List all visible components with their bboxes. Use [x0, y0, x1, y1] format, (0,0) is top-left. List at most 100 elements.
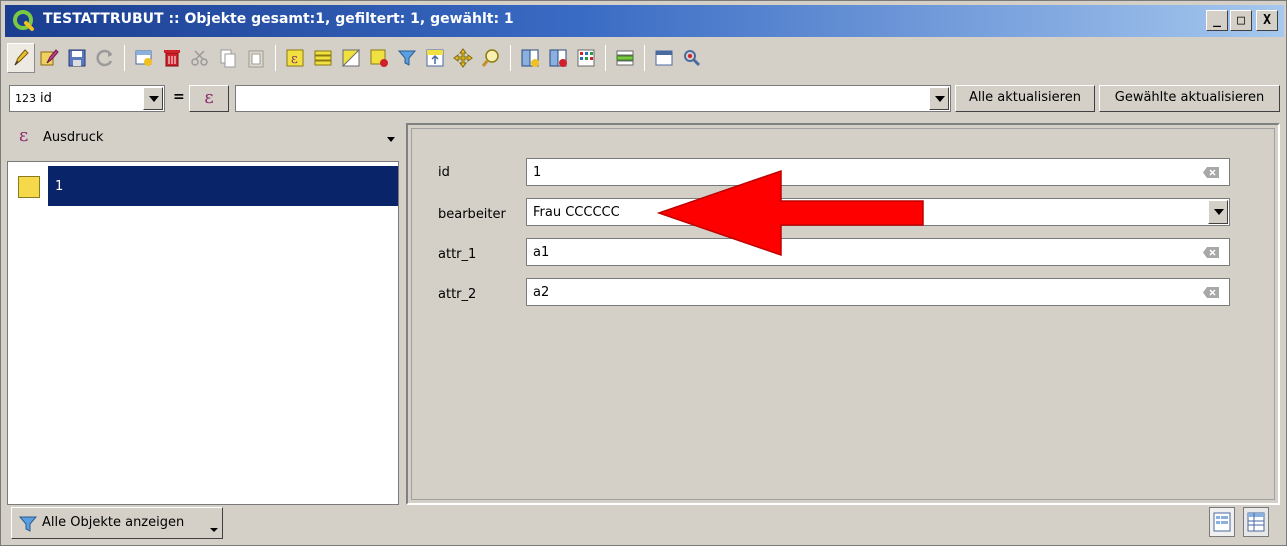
attribute-table-window: TESTATTRUBUT :: Objekte gesamt:1, gefilt… [0, 0, 1287, 546]
table-view-icon [1247, 512, 1265, 532]
move-selection-top-button[interactable] [421, 43, 449, 73]
multi-edit-button[interactable] [35, 43, 63, 73]
toolbar-separator [605, 45, 606, 71]
update-selected-button[interactable]: Gewählte aktualisieren [1099, 85, 1280, 112]
field-name: id [40, 91, 52, 106]
filter-selected-button[interactable] [393, 43, 421, 73]
feature-list: 1 [7, 161, 399, 505]
field-label-bearbeiter: bearbeiter [438, 207, 506, 222]
toolbar-separator [644, 45, 645, 71]
delete-icon [164, 50, 180, 67]
attr-2-input[interactable]: a2 [526, 278, 1230, 306]
expression-icon: ε [19, 125, 29, 146]
attribute-toolbar: ε [7, 39, 706, 77]
svg-text:ε: ε [291, 52, 298, 67]
deselect-icon [370, 49, 388, 67]
delete-feature-button[interactable] [158, 43, 186, 73]
maximize-button[interactable]: □ [1230, 10, 1252, 31]
new-field-button[interactable] [516, 43, 544, 73]
invert-selection-button[interactable] [337, 43, 365, 73]
field-calculator-button[interactable] [572, 43, 600, 73]
delete-field-button[interactable] [544, 43, 572, 73]
deselect-button[interactable] [365, 43, 393, 73]
field-calc-icon [577, 49, 595, 67]
save-icon [68, 49, 86, 67]
expression-select-icon: ε [286, 49, 304, 67]
save-edits-button[interactable] [63, 43, 91, 73]
close-button[interactable]: X [1256, 10, 1278, 31]
field-select[interactable]: 123 id [9, 85, 165, 112]
toolbar-separator [510, 45, 511, 71]
copy-icon [220, 49, 236, 68]
reload-icon [96, 49, 113, 67]
chevron-down-icon[interactable] [143, 87, 163, 110]
show-all-features-label: Alle Objekte anzeigen [42, 515, 185, 530]
clear-icon[interactable] [1203, 287, 1219, 298]
edit-pencil-icon [14, 49, 29, 66]
show-all-features-button[interactable]: Alle Objekte anzeigen [11, 507, 223, 539]
expression-builder-button[interactable]: ε [189, 85, 229, 112]
field-type-badge: 123 [15, 92, 36, 105]
chevron-down-icon[interactable] [210, 528, 218, 532]
clear-icon[interactable] [1203, 167, 1219, 178]
cut-icon [191, 50, 208, 66]
field-label-attr-1: attr_1 [438, 247, 477, 262]
window-title: TESTATTRUBUT :: Objekte gesamt:1, gefilt… [43, 11, 514, 27]
filter-icon [18, 516, 38, 532]
qgis-logo-icon [13, 10, 34, 31]
toggle-edit-button[interactable] [7, 43, 35, 73]
list-item[interactable]: 1 [8, 166, 398, 206]
move-top-icon [426, 49, 444, 67]
cut-button[interactable] [186, 43, 214, 73]
zoom-to-selection-button[interactable] [477, 43, 505, 73]
chevron-down-icon[interactable] [387, 137, 395, 142]
select-all-button[interactable] [309, 43, 337, 73]
table-view-button[interactable] [1243, 507, 1269, 537]
form-view-icon [1213, 512, 1231, 532]
pan-icon [453, 48, 473, 68]
chevron-down-icon[interactable] [1208, 200, 1228, 224]
preview-expression-label: Ausdruck [43, 130, 104, 145]
actions-button[interactable] [678, 43, 706, 73]
conditional-formatting-button[interactable] [611, 43, 639, 73]
title-bar[interactable]: TESTATTRUBUT :: Objekte gesamt:1, gefilt… [5, 5, 1284, 37]
invert-selection-icon [341, 48, 360, 67]
select-all-icon [314, 50, 332, 66]
update-all-button[interactable]: Alle aktualisieren [955, 85, 1095, 112]
toolbar-separator [124, 45, 125, 71]
paste-button[interactable] [242, 43, 270, 73]
clear-icon[interactable] [1203, 247, 1219, 258]
feature-symbol-icon [18, 176, 40, 198]
select-by-expression-button[interactable]: ε [281, 43, 309, 73]
add-feature-icon [135, 50, 152, 66]
toolbar-separator [275, 45, 276, 71]
conditional-format-icon [616, 50, 634, 66]
add-feature-button[interactable] [130, 43, 158, 73]
field-calculator-bar: 123 id = ε Alle aktualisieren Gewählte a… [9, 85, 1280, 113]
attr-2-value: a2 [533, 285, 550, 300]
multi-edit-icon [40, 49, 59, 66]
preview-expression-selector[interactable]: ε Ausdruck [9, 123, 399, 159]
dock-table-button[interactable] [650, 43, 678, 73]
bearbeiter-value: Frau CCCCCC [533, 205, 620, 220]
dock-icon [655, 50, 673, 66]
zoom-icon [481, 49, 499, 67]
id-value: 1 [533, 165, 542, 180]
form-view-button[interactable] [1209, 507, 1235, 537]
reload-button[interactable] [91, 43, 119, 73]
field-label-id: id [438, 165, 450, 180]
red-arrow-annotation [656, 169, 924, 257]
expression-input[interactable] [235, 85, 951, 112]
filter-icon [397, 50, 417, 66]
list-item-selected[interactable]: 1 [48, 166, 398, 206]
field-label-attr-2: attr_2 [438, 287, 477, 302]
delete-field-icon [549, 49, 567, 67]
chevron-down-icon[interactable] [929, 87, 949, 110]
new-field-icon [521, 49, 539, 67]
minimize-button[interactable]: _ [1206, 10, 1228, 31]
pan-to-selection-button[interactable] [449, 43, 477, 73]
copy-button[interactable] [214, 43, 242, 73]
list-item-label: 1 [55, 179, 64, 194]
attr-1-value: a1 [533, 245, 550, 260]
equals-sign: = [173, 89, 185, 105]
